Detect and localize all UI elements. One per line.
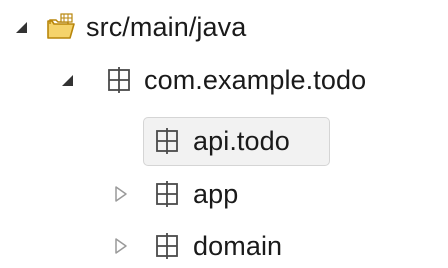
- source-folder-icon: [46, 12, 76, 42]
- expanded-arrow-icon[interactable]: [12, 18, 30, 36]
- tree-item-domain[interactable]: domain: [0, 223, 448, 268]
- tree-item-src-main-java[interactable]: src/main/java: [0, 4, 448, 50]
- tree-item-label: com.example.todo: [144, 65, 367, 95]
- package-icon: [152, 126, 182, 156]
- expanded-arrow-icon[interactable]: [58, 71, 76, 89]
- package-icon: [152, 179, 182, 209]
- tree-item-label: api.todo: [193, 126, 290, 156]
- tree-item-com-example-todo[interactable]: com.example.todo: [0, 57, 448, 103]
- tree-item-label: domain: [193, 231, 283, 261]
- package-icon: [152, 231, 182, 261]
- collapsed-arrow-icon[interactable]: [112, 185, 130, 203]
- package-icon: [104, 65, 134, 95]
- tree-item-label: src/main/java: [86, 12, 247, 42]
- collapsed-arrow-icon[interactable]: [112, 237, 130, 255]
- tree-item-app[interactable]: app: [0, 171, 448, 217]
- project-explorer-tree: src/main/java com.example.todo api.todo …: [0, 0, 448, 268]
- tree-item-label: app: [193, 179, 239, 209]
- tree-item-api-todo[interactable]: api.todo: [0, 118, 448, 164]
